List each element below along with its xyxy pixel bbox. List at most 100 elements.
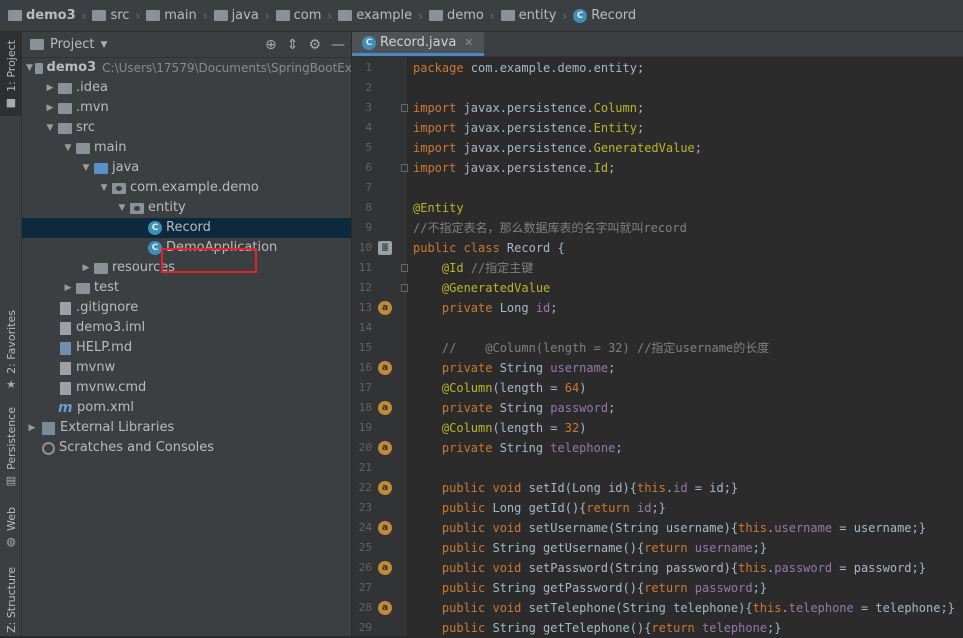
code-line: @GeneratedValue <box>413 278 550 298</box>
database-gutter-icon[interactable]: ≣ <box>378 241 392 255</box>
code-token: Column <box>593 101 637 115</box>
expand-down-icon[interactable]: ▼ <box>116 198 128 218</box>
expand-right-icon[interactable]: ▶ <box>26 418 38 438</box>
breadcrumb-item[interactable]: › src <box>76 8 130 23</box>
accessor-gutter-icon[interactable]: a <box>378 481 392 495</box>
breadcrumb-item[interactable]: demo3 <box>8 8 76 23</box>
tree-item-help-md[interactable]: HELP.md <box>22 338 351 358</box>
locate-icon[interactable]: ⊕ <box>265 37 277 53</box>
tree-item-external-libraries[interactable]: ▶ External Libraries <box>22 418 351 438</box>
collapse-all-icon[interactable]: ⇕ <box>287 37 299 53</box>
chevron-right-icon: › <box>418 8 423 23</box>
expand-right-icon[interactable]: ▶ <box>44 98 56 118</box>
breadcrumb-item[interactable]: › example <box>321 8 412 23</box>
tree-item-com-example-demo[interactable]: ▼ com.example.demo <box>22 178 351 198</box>
accessor-gutter-icon[interactable]: a <box>378 441 392 455</box>
code-token: public void <box>441 521 529 535</box>
tab-persistence-toolwindow[interactable]: Persistence ▤ <box>0 407 22 491</box>
code-token: Record { <box>506 241 565 255</box>
line-number: 19 <box>358 421 372 434</box>
gear-icon[interactable]: ⚙ <box>308 37 321 53</box>
tree-item-scratches-and-consoles[interactable]: Scratches and Consoles <box>22 438 351 458</box>
code-token: public void <box>441 601 529 615</box>
breadcrumb-item[interactable]: › C Record <box>556 8 636 23</box>
tab-favorites-toolwindow[interactable]: 2: Favorites ★ <box>0 310 22 394</box>
tree-item-mvnw-cmd[interactable]: mvnw.cmd <box>22 378 351 398</box>
line-number: 23 <box>358 501 372 514</box>
breadcrumb-item[interactable]: › entity <box>484 8 557 23</box>
code-token: com.example.demo.entity; <box>470 61 645 75</box>
tab-record-java[interactable]: C Record.java ✕ <box>352 32 484 56</box>
tree-item-demo3-iml[interactable]: demo3.iml <box>22 318 351 338</box>
tree-item-gitignore[interactable]: .gitignore <box>22 298 351 318</box>
tree-item-pom-xml[interactable]: m pom.xml <box>22 398 351 418</box>
code-token: import <box>413 101 464 115</box>
project-panel-title[interactable]: Project <box>50 37 94 52</box>
tree-item-label: src <box>76 120 95 135</box>
chevron-down-icon[interactable]: ▼ <box>100 40 107 50</box>
breadcrumb-item[interactable]: › main <box>129 8 196 23</box>
package-icon <box>130 202 144 214</box>
code-token: return <box>586 501 637 515</box>
breadcrumb-item[interactable]: › java <box>197 8 259 23</box>
expand-down-icon[interactable]: ▼ <box>26 58 33 78</box>
tree-item-label: .gitignore <box>76 300 139 315</box>
breadcrumb-label: Record <box>591 8 637 23</box>
code-token: ) <box>579 381 587 395</box>
code-token: private <box>441 441 500 455</box>
code-line: public String getTelephone(){return tele… <box>413 618 782 636</box>
code-token: String <box>499 361 551 375</box>
code-line: public String getUsername(){return usern… <box>413 538 767 558</box>
expand-down-icon[interactable]: ▼ <box>44 118 56 138</box>
source-folder-icon <box>94 162 108 174</box>
tree-item-record[interactable]: C Record <box>22 218 351 238</box>
tree-item-resources[interactable]: ▶ resources <box>22 258 351 278</box>
code-token: public <box>441 621 493 635</box>
expand-down-icon[interactable]: ▼ <box>80 158 92 178</box>
expand-right-icon[interactable]: ▶ <box>80 258 92 278</box>
accessor-gutter-icon[interactable]: a <box>378 601 392 615</box>
tree-item-mvn[interactable]: ▶ .mvn <box>22 98 351 118</box>
tree-item-main[interactable]: ▼ main <box>22 138 351 158</box>
tree-item-demo3[interactable]: ▼ demo3 C:\Users\17579\Documents\SpringBoo… <box>22 58 351 78</box>
tree-item-label: java <box>112 160 140 175</box>
line-number: 29 <box>358 621 372 634</box>
tree-item-entity[interactable]: ▼ entity <box>22 198 351 218</box>
minimize-icon[interactable]: — <box>331 37 345 53</box>
code-token: private <box>441 361 500 375</box>
accessor-gutter-icon[interactable]: a <box>378 401 392 415</box>
tab-structure-toolwindow[interactable]: Z: Structure <box>0 567 22 636</box>
chevron-right-icon: › <box>264 8 270 23</box>
tab-web-toolwindow[interactable]: Web ◍ <box>0 507 22 555</box>
tab-project-toolwindow[interactable]: 1: Project ■ <box>0 32 22 116</box>
folder-icon: ■ <box>5 95 17 109</box>
tree-item-java[interactable]: ▼ java <box>22 158 351 178</box>
tree-item-demoapplication[interactable]: C DemoApplication <box>22 238 351 258</box>
tree-item-label: main <box>94 140 127 155</box>
code-token: id <box>673 481 688 495</box>
expand-right-icon[interactable]: ▶ <box>62 278 74 298</box>
accessor-gutter-icon[interactable]: a <box>378 361 392 375</box>
expand-down-icon[interactable]: ▼ <box>62 138 74 158</box>
expand-right-icon[interactable]: ▶ <box>44 78 56 98</box>
tree-item-idea[interactable]: ▶ .idea <box>22 78 351 98</box>
tree-item-src[interactable]: ▼ src <box>22 118 351 138</box>
accessor-gutter-icon[interactable]: a <box>378 301 392 315</box>
tree-item-test[interactable]: ▶ test <box>22 278 351 298</box>
breadcrumb-item[interactable]: › demo <box>412 8 484 23</box>
close-icon[interactable]: ✕ <box>464 36 473 49</box>
tree-item-mvnw[interactable]: mvnw <box>22 358 351 378</box>
breadcrumb-item[interactable]: › com <box>259 8 322 23</box>
project-panel-header: Project ▼ ⊕ ⇕ ⚙ — <box>22 32 351 58</box>
code-editor[interactable]: package com.example.demo.entity; import j… <box>406 57 963 636</box>
accessor-gutter-icon[interactable]: a <box>378 561 392 575</box>
code-line: public void setUsername(String username)… <box>413 518 926 538</box>
code-token: username <box>774 521 833 535</box>
code-token: String getUsername(){ <box>492 541 645 555</box>
accessor-gutter-icon[interactable]: a <box>378 521 392 535</box>
code-token: // @Column(length = 32) //指定username的长度 <box>413 341 770 355</box>
expand-down-icon[interactable]: ▼ <box>98 178 110 198</box>
